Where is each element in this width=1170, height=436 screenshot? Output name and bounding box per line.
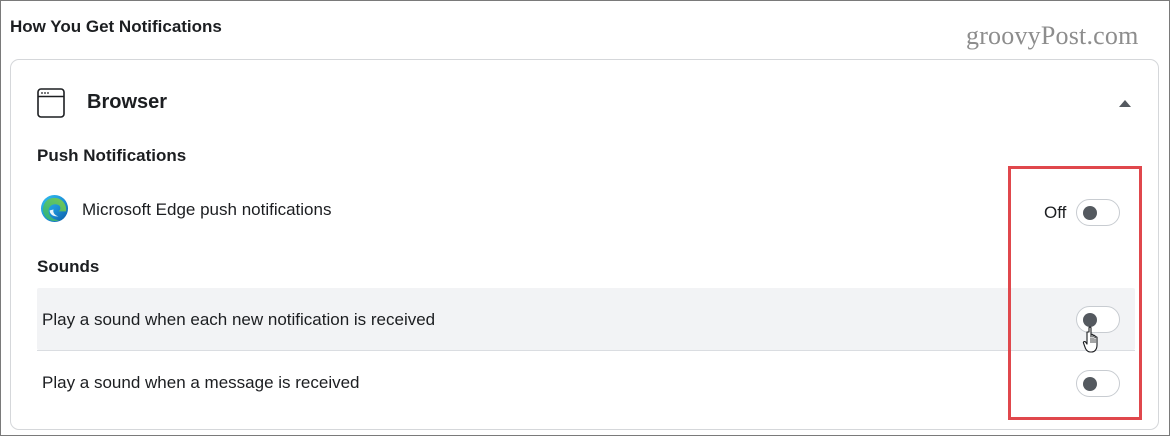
browser-notifications-card: Browser Push Notifications Microsoft Edg… <box>10 59 1159 430</box>
caret-up-icon[interactable] <box>1118 98 1132 108</box>
push-notifications-heading: Push Notifications <box>37 146 187 165</box>
edge-push-state-label: Off <box>1044 203 1067 222</box>
browser-card-title: Browser <box>87 91 168 113</box>
toggle-knob <box>1083 377 1097 391</box>
toggle-knob <box>1083 206 1097 220</box>
row-divider <box>37 350 1135 351</box>
watermark-text: groovyPost.com <box>966 21 1139 50</box>
sound-message-toggle[interactable] <box>1076 370 1120 397</box>
sound-new-notification-label: Play a sound when each new notification … <box>42 310 436 329</box>
sound-message-label: Play a sound when a message is received <box>42 373 360 392</box>
microsoft-edge-icon <box>40 194 69 223</box>
sound-new-notification-toggle[interactable] <box>1076 306 1120 333</box>
section-heading: How You Get Notifications <box>10 17 222 36</box>
browser-window-icon <box>37 88 65 118</box>
browser-card-header[interactable]: Browser <box>11 60 1158 144</box>
toggle-knob <box>1083 313 1097 327</box>
edge-push-toggle[interactable] <box>1076 199 1120 226</box>
sounds-heading: Sounds <box>37 257 100 276</box>
edge-push-label: Microsoft Edge push notifications <box>82 200 332 219</box>
